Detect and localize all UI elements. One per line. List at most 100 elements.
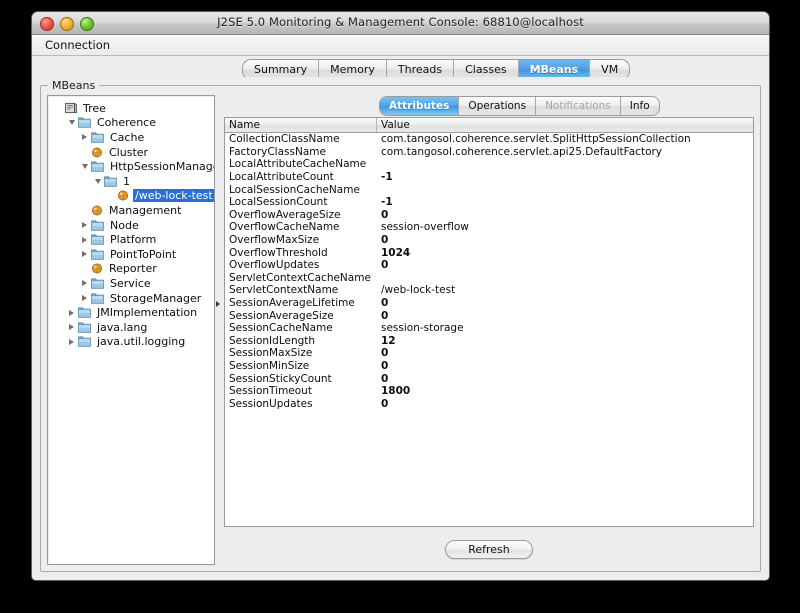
- column-header-value[interactable]: Value: [377, 118, 753, 132]
- refresh-button[interactable]: Refresh: [445, 540, 533, 559]
- tree-expand-toggle[interactable]: [78, 164, 91, 169]
- tree-node-coherence[interactable]: Coherence: [52, 116, 214, 131]
- content-area: MBeans Tree Coherence Cache Cluster HttpSess…: [32, 77, 769, 580]
- table-row[interactable]: SessionTimeout 1800: [225, 385, 753, 398]
- attribute-value[interactable]: -1: [377, 171, 753, 183]
- tree-node-cluster[interactable]: Cluster: [52, 145, 214, 160]
- attribute-value[interactable]: 0: [377, 360, 753, 372]
- attribute-name: LocalAttributeCount: [229, 171, 334, 184]
- tree-expand-toggle[interactable]: [78, 237, 91, 243]
- tree-node-label: Platform: [110, 233, 157, 247]
- attribute-value[interactable]: session-storage: [377, 322, 753, 334]
- tree-node-jmimplementation[interactable]: JMImplementation: [52, 305, 214, 320]
- attribute-value[interactable]: -1: [377, 196, 753, 208]
- attributes-table-panel[interactable]: Name Value CollectionClassName com.tangos…: [224, 117, 754, 527]
- table-row[interactable]: LocalSessionCount -1: [225, 196, 753, 209]
- attribute-value[interactable]: 0: [377, 373, 753, 385]
- table-row[interactable]: SessionMaxSize 0: [225, 347, 753, 360]
- table-row[interactable]: FactoryClassName com.tangosol.coherence.s…: [225, 146, 753, 159]
- tree-expand-toggle[interactable]: [78, 295, 91, 301]
- attribute-value[interactable]: /web-lock-test: [377, 284, 753, 296]
- tree-node-reporter[interactable]: Reporter: [52, 262, 214, 277]
- tree-node-storagemanager[interactable]: StorageManager: [52, 291, 214, 306]
- tree-expand-toggle[interactable]: [65, 339, 78, 345]
- attribute-value[interactable]: 0: [377, 259, 753, 271]
- tree-node-label: HttpSessionManager: [110, 160, 215, 174]
- detail-tab-operations[interactable]: Operations: [459, 97, 537, 115]
- tree-expand-toggle[interactable]: [78, 251, 91, 257]
- tree-node-management[interactable]: Management: [52, 203, 214, 218]
- attribute-value[interactable]: 12: [377, 335, 753, 347]
- table-row[interactable]: SessionIdLength 12: [225, 335, 753, 348]
- tree-expand-toggle[interactable]: [91, 179, 104, 184]
- tree-expand-toggle[interactable]: [65, 310, 78, 316]
- split-divider[interactable]: [215, 95, 223, 565]
- table-row[interactable]: OverflowUpdates 0: [225, 259, 753, 272]
- tree-expand-toggle[interactable]: [65, 324, 78, 330]
- tree-node-node[interactable]: Node: [52, 218, 214, 233]
- table-row[interactable]: OverflowMaxSize 0: [225, 234, 753, 247]
- collapse-arrow-icon[interactable]: [216, 301, 220, 307]
- attribute-value[interactable]: 1024: [377, 247, 753, 259]
- attribute-value[interactable]: 0: [377, 310, 753, 322]
- main-tabbar-area: Summary Memory Threads Classes MBeans VM: [32, 56, 769, 80]
- table-row[interactable]: OverflowCacheName session-overflow: [225, 221, 753, 234]
- attribute-value[interactable]: session-overflow: [377, 221, 753, 233]
- tree-node-web-lock-test[interactable]: /web-lock-test: [52, 189, 214, 204]
- folder-icon: [91, 219, 104, 231]
- tree-node-java-util-logging[interactable]: java.util.logging: [52, 335, 214, 350]
- tree-node-label: java.util.logging: [97, 335, 186, 349]
- attribute-value[interactable]: 1800: [377, 385, 753, 397]
- tree-node-platform[interactable]: Platform: [52, 232, 214, 247]
- table-row[interactable]: ServletContextName/web-lock-test: [225, 284, 753, 297]
- table-row[interactable]: CollectionClassName com.tangosol.coherenc…: [225, 133, 753, 146]
- tree-node-label: PointToPoint: [110, 247, 177, 261]
- tree-node-1[interactable]: 1: [52, 174, 214, 189]
- tree-expand-toggle[interactable]: [78, 280, 91, 286]
- tree-expand-toggle[interactable]: [78, 222, 91, 228]
- mbean-tree-panel[interactable]: Tree Coherence Cache Cluster HttpSessionMana…: [47, 95, 215, 565]
- table-row[interactable]: SessionStickyCount 0: [225, 372, 753, 385]
- attribute-name: SessionAverageSize: [229, 309, 334, 322]
- attribute-name: FactoryClassName: [229, 145, 326, 158]
- attribute-value[interactable]: com.tangosol.coherence.servlet.SplitHttp…: [377, 133, 753, 145]
- tree-expand-toggle[interactable]: [65, 120, 78, 125]
- menu-bar: Connection: [32, 35, 769, 56]
- attribute-name: SessionMinSize: [229, 359, 310, 372]
- attributes-table-body: CollectionClassName com.tangosol.coherenc…: [225, 133, 753, 410]
- window-titlebar[interactable]: J2SE 5.0 Monitoring & Management Console…: [32, 12, 769, 35]
- attribute-value[interactable]: 0: [377, 209, 753, 221]
- table-row[interactable]: SessionAverageSize 0: [225, 309, 753, 322]
- attribute-value[interactable]: com.tangosol.coherence.servlet.api25.Def…: [377, 146, 753, 158]
- tree-node-tree[interactable]: Tree: [52, 101, 214, 116]
- table-row[interactable]: LocalAttributeCount -1: [225, 171, 753, 184]
- attribute-value[interactable]: 0: [377, 297, 753, 309]
- tree-node-java-lang[interactable]: java.lang: [52, 320, 214, 335]
- detail-tab-attributes[interactable]: Attributes: [380, 97, 460, 115]
- attribute-value[interactable]: 0: [377, 398, 753, 410]
- tree-node-label: Cache: [110, 130, 145, 144]
- table-row[interactable]: OverflowThreshold 1024: [225, 246, 753, 259]
- table-row[interactable]: ServletContextCacheName: [225, 272, 753, 285]
- attribute-value[interactable]: 0: [377, 234, 753, 246]
- detail-tab-info[interactable]: Info: [621, 97, 659, 115]
- tree-node-pointtopoint[interactable]: PointToPoint: [52, 247, 214, 262]
- column-header-name[interactable]: Name: [225, 118, 377, 132]
- table-row[interactable]: SessionAverageLifetime 0: [225, 297, 753, 310]
- table-row[interactable]: SessionUpdates 0: [225, 397, 753, 410]
- table-row[interactable]: LocalSessionCacheName: [225, 183, 753, 196]
- attribute-value[interactable]: 0: [377, 347, 753, 359]
- tree-node-cache[interactable]: Cache: [52, 130, 214, 145]
- tree-expand-toggle[interactable]: [78, 134, 91, 140]
- table-row[interactable]: LocalAttributeCacheName: [225, 158, 753, 171]
- table-row[interactable]: SessionCacheName session-storage: [225, 322, 753, 335]
- table-row[interactable]: OverflowAverageSize 0: [225, 209, 753, 222]
- tree-node-service[interactable]: Service: [52, 276, 214, 291]
- tree-node-label: java.lang: [97, 320, 148, 334]
- attribute-name: SessionStickyCount: [229, 372, 332, 385]
- folder-icon: [104, 176, 117, 187]
- menu-item-connection[interactable]: Connection: [40, 37, 115, 53]
- tree-node-httpsessionmanager[interactable]: HttpSessionManager: [52, 159, 214, 174]
- table-row[interactable]: SessionMinSize 0: [225, 360, 753, 373]
- detail-tabbar-area: Attributes Operations Notifications Info: [224, 95, 754, 117]
